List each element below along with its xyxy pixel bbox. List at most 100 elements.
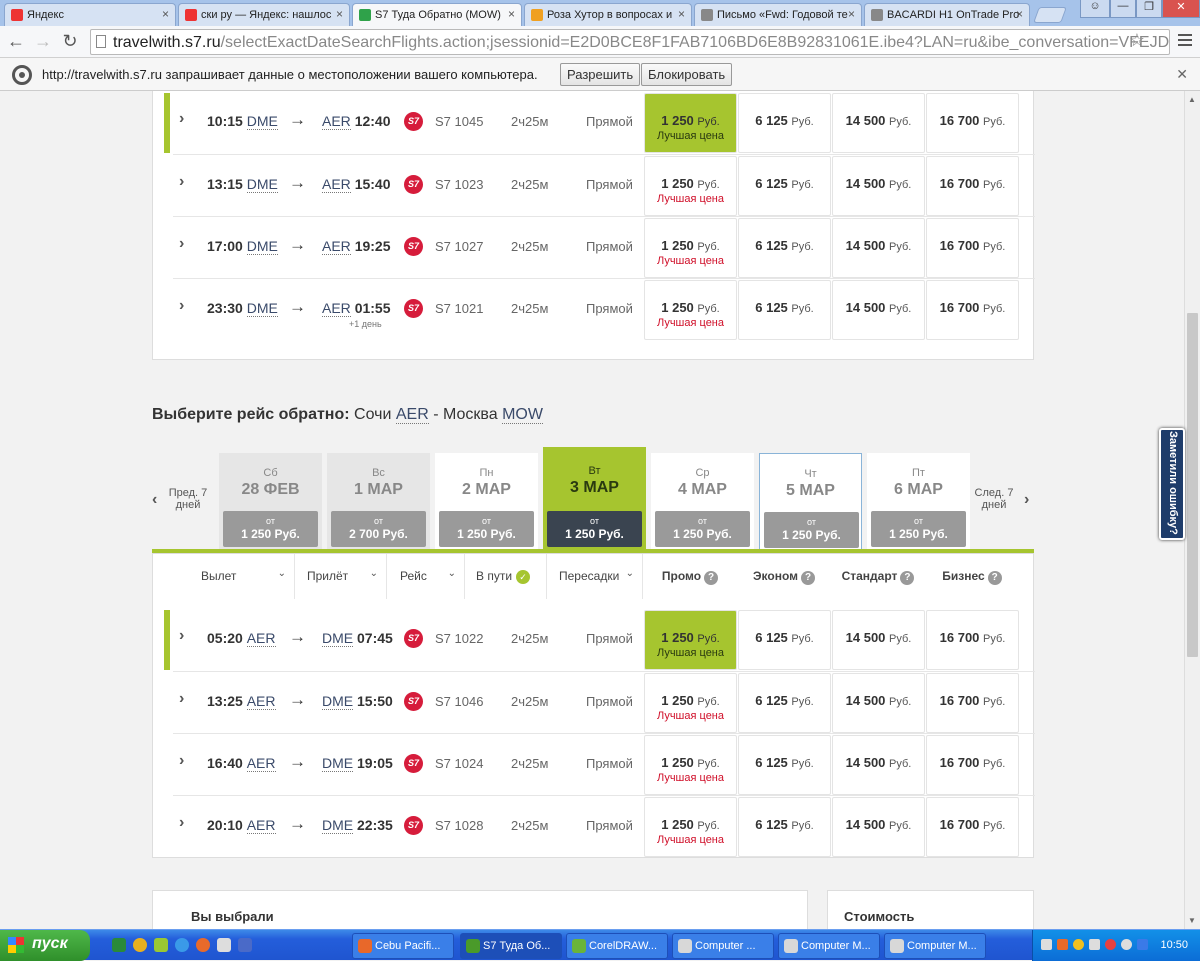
fare-biz[interactable]: 16 700 Руб. [926, 156, 1019, 216]
tray-app-icon[interactable] [1105, 939, 1116, 950]
browser-tab[interactable]: S7 Туда Обратно (MOW) × [352, 3, 522, 26]
fare-std[interactable]: 14 500 Руб. [832, 280, 925, 340]
fare-std[interactable]: 14 500 Руб. [832, 797, 925, 857]
chrome-icon[interactable] [133, 938, 147, 952]
new-tab-button[interactable] [1033, 7, 1067, 23]
arr-airport[interactable]: DME [322, 755, 354, 772]
help-icon[interactable]: ? [801, 571, 815, 585]
fare-econ[interactable]: 6 125 Руб. [738, 797, 831, 857]
back-button[interactable]: ← [5, 31, 27, 53]
fare-econ[interactable]: 6 125 Руб. [738, 93, 831, 153]
fare-biz[interactable]: 16 700 Руб. [926, 93, 1019, 153]
date-option[interactable]: Вт 3 МАР от 1 250 Руб. [543, 447, 646, 551]
fare-econ[interactable]: 6 125 Руб. [738, 218, 831, 278]
fare-std[interactable]: 14 500 Руб. [832, 218, 925, 278]
excel-icon[interactable] [112, 938, 126, 952]
scroll-down-icon[interactable]: ▼ [1188, 916, 1196, 925]
flight-row[interactable]: › 13:15 DME → AER 15:40 S7 S7 1023 2ч25м Прямой… [173, 154, 1035, 216]
fare-std[interactable]: 14 500 Руб. [832, 610, 925, 670]
feedback-button[interactable]: Заметили ошибку? [1159, 428, 1185, 540]
arr-airport[interactable]: DME [322, 630, 354, 647]
fare-std[interactable]: 14 500 Руб. [832, 673, 925, 733]
chevron-right-icon[interactable]: › [179, 814, 184, 832]
help-icon[interactable]: ? [704, 571, 719, 585]
tray-app-icon[interactable] [1137, 939, 1148, 950]
dep-airport[interactable]: AER [246, 630, 276, 647]
corel-icon[interactable] [154, 938, 168, 952]
chevron-right-icon[interactable]: › [179, 752, 184, 770]
arr-airport[interactable]: DME [322, 693, 354, 710]
fare-std[interactable]: 14 500 Руб. [832, 735, 925, 795]
sort-arrival[interactable]: Прилёт ⌄ [295, 554, 387, 600]
date-option[interactable]: Пн 2 МАР от 1 250 Руб. [435, 453, 538, 551]
close-tab-icon[interactable]: × [508, 7, 515, 21]
dep-airport[interactable]: DME [246, 238, 278, 255]
sort-transfers[interactable]: Пересадки ⌄ [547, 554, 643, 600]
block-button[interactable]: Блокировать [641, 63, 733, 86]
firefox-icon[interactable] [196, 938, 210, 952]
start-button[interactable]: пуск [0, 930, 90, 961]
minimize-button[interactable]: — [1110, 0, 1136, 18]
next-week-button[interactable]: След. 7 дней › [974, 487, 1030, 511]
menu-icon[interactable] [1178, 34, 1192, 46]
fare-econ[interactable]: 6 125 Руб. [738, 280, 831, 340]
network-icon[interactable] [1041, 939, 1052, 950]
fare-std[interactable]: 14 500 Руб. [832, 93, 925, 153]
flight-row[interactable]: › 17:00 DME → AER 19:25 S7 S7 1027 2ч25м Прямой… [173, 216, 1035, 278]
fare-std[interactable]: 14 500 Руб. [832, 156, 925, 216]
browser-tab[interactable]: Письмо «Fwd: Годовой те × [694, 3, 862, 26]
fare-promo[interactable]: 1 250 Руб. Лучшая цена [644, 673, 737, 733]
fare-econ[interactable]: 6 125 Руб. [738, 610, 831, 670]
flight-row[interactable]: › 20:10 AER → DME 22:35 S7 S7 1028 2ч25м Прямой… [173, 795, 1035, 857]
taskbar-item[interactable]: Computer M... [778, 933, 880, 959]
fare-biz[interactable]: 16 700 Руб. [926, 280, 1019, 340]
reload-button[interactable]: ↻ [59, 31, 81, 53]
date-option[interactable]: Сб 28 ФЕВ от 1 250 Руб. [219, 453, 322, 551]
close-tab-icon[interactable]: × [1016, 7, 1023, 21]
arr-airport[interactable]: AER [322, 176, 351, 193]
sort-flight[interactable]: Рейс ⌄ [387, 554, 465, 600]
chevron-right-icon[interactable]: › [179, 297, 184, 315]
close-window-button[interactable]: ✕ [1162, 0, 1200, 18]
tray-app-icon[interactable] [1121, 939, 1132, 950]
sort-enroute[interactable]: В пути ✓ [465, 554, 547, 600]
close-tab-icon[interactable]: × [848, 7, 855, 21]
dep-airport[interactable]: DME [246, 113, 278, 130]
close-tab-icon[interactable]: × [336, 7, 343, 21]
bookmark-star-icon[interactable]: ☆ [1129, 30, 1145, 51]
tray-app-icon[interactable] [1057, 939, 1068, 950]
fare-promo[interactable]: 1 250 Руб. Лучшая цена [644, 93, 737, 153]
chevron-right-icon[interactable]: › [179, 173, 184, 191]
volume-icon[interactable] [1089, 939, 1100, 950]
date-option[interactable]: Ср 4 МАР от 1 250 Руб. [651, 453, 754, 551]
help-icon[interactable]: ? [900, 571, 915, 585]
flight-row[interactable]: › 16:40 AER → DME 19:05 S7 S7 1024 2ч25м Прямой… [173, 733, 1035, 795]
fare-promo[interactable]: 1 250 Руб. Лучшая цена [644, 735, 737, 795]
dep-airport[interactable]: DME [246, 176, 278, 193]
help-icon[interactable]: ? [987, 571, 1002, 585]
arr-airport[interactable]: AER [322, 113, 351, 130]
sort-departure[interactable]: Вылет ⌄ [173, 554, 295, 600]
fare-promo[interactable]: 1 250 Руб. Лучшая цена [644, 218, 737, 278]
chevron-right-icon[interactable]: › [179, 627, 184, 645]
prev-week-button[interactable]: ‹ Пред. 7 дней [152, 487, 210, 511]
arr-airport[interactable]: AER [322, 238, 351, 255]
chevron-right-icon[interactable]: › [179, 690, 184, 708]
chevron-right-icon[interactable]: › [179, 235, 184, 253]
flight-row[interactable]: › 23:30 DME → AER 01:55 +1 день S7 S7 1021 2ч25… [173, 278, 1035, 340]
restore-button[interactable]: ❐ [1136, 0, 1162, 18]
close-tab-icon[interactable]: × [678, 7, 685, 21]
fare-promo[interactable]: 1 250 Руб. Лучшая цена [644, 280, 737, 340]
flight-row[interactable]: › 05:20 AER → DME 07:45 S7 S7 1022 2ч25м Прямой… [164, 609, 1035, 671]
close-infobar-icon[interactable]: ✕ [1176, 66, 1188, 83]
fare-biz[interactable]: 16 700 Руб. [926, 797, 1019, 857]
fare-promo[interactable]: 1 250 Руб. Лучшая цена [644, 610, 737, 670]
allow-button[interactable]: Разрешить [560, 63, 641, 86]
arr-airport[interactable]: AER [322, 300, 351, 317]
taskbar-item[interactable]: S7 Туда Об... [460, 933, 562, 959]
fare-promo[interactable]: 1 250 Руб. Лучшая цена [644, 797, 737, 857]
taskbar-item[interactable]: CorelDRAW... [566, 933, 668, 959]
fare-biz[interactable]: 16 700 Руб. [926, 218, 1019, 278]
close-tab-icon[interactable]: × [162, 7, 169, 21]
fare-promo[interactable]: 1 250 Руб. Лучшая цена [644, 156, 737, 216]
